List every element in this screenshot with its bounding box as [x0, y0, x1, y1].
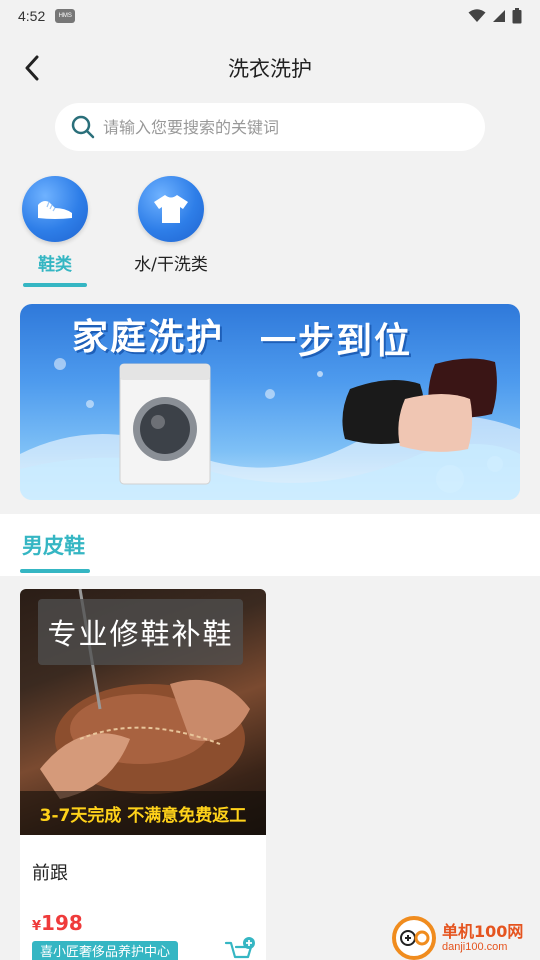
product-image-promo: 3-7天完成 不满意免费返工	[20, 791, 266, 835]
signal-icon	[493, 10, 505, 22]
banner-text-left: 家庭洗护	[72, 317, 225, 358]
search-icon	[71, 115, 95, 139]
tab-mens-leather-shoes[interactable]: 男皮鞋	[22, 530, 85, 560]
shop-badge: 喜小匠奢侈品养护中心	[32, 941, 179, 960]
section-tab-bar: 男皮鞋	[0, 514, 540, 576]
status-bar: 4:52 HMS	[0, 0, 540, 32]
category-label: 水/干洗类	[134, 255, 208, 275]
product-price: ¥198	[32, 911, 83, 935]
tshirt-icon	[154, 195, 188, 223]
cart-plus-icon	[224, 937, 255, 959]
product-name: 前跟	[32, 863, 68, 884]
battery-icon	[512, 8, 522, 24]
chevron-left-icon	[25, 55, 39, 81]
promo-banner[interactable]: 家庭洗护 一步到位	[20, 304, 520, 500]
site-watermark: 单机100网 danji100.com	[392, 916, 540, 960]
product-card[interactable]: 专业修鞋补鞋 3-7天完成 不满意免费返工 前跟 ¥198 喜小匠奢侈品养护中心	[20, 589, 266, 960]
shoe-icon	[38, 201, 72, 219]
category-icon-circle	[138, 176, 204, 242]
status-icons	[468, 8, 522, 24]
product-image-caption: 专业修鞋补鞋	[38, 599, 243, 665]
status-time: 4:52	[18, 8, 46, 24]
watermark-sub: danji100.com	[442, 940, 508, 953]
watermark-main: 单机100网	[442, 922, 524, 942]
page-title: 洗衣洗护	[228, 57, 312, 81]
tab-active-indicator	[20, 569, 90, 573]
wifi-icon	[468, 9, 486, 22]
washing-machine-icon	[119, 363, 211, 485]
price-currency: ¥	[32, 919, 42, 934]
category-label: 鞋类	[38, 255, 72, 275]
back-button[interactable]	[12, 48, 52, 88]
price-value: 198	[41, 911, 83, 935]
banner-text-right: 一步到位	[260, 321, 413, 362]
hms-badge: HMS	[55, 9, 76, 23]
search-input[interactable]	[103, 117, 443, 137]
search-bar[interactable]	[55, 103, 485, 151]
category-shoes[interactable]: 鞋类	[5, 176, 105, 287]
category-laundry[interactable]: 水/干洗类	[121, 176, 221, 275]
category-active-indicator	[23, 283, 87, 287]
category-icon-circle	[22, 176, 88, 242]
danji-logo-icon	[392, 916, 436, 960]
add-to-cart-button[interactable]	[224, 937, 256, 960]
product-image: 专业修鞋补鞋 3-7天完成 不满意免费返工	[20, 589, 266, 835]
header: 洗衣洗护	[0, 40, 540, 96]
